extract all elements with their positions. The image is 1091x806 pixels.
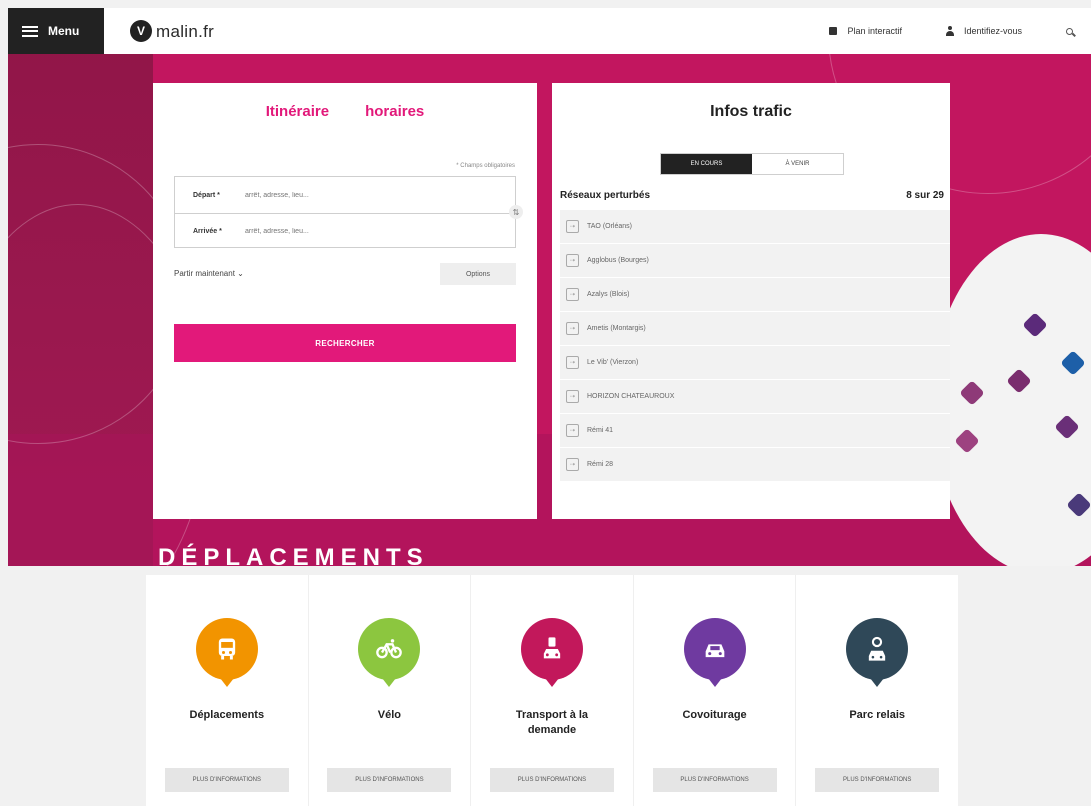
search-button[interactable]: RECHERCHER (174, 324, 516, 362)
bus-line-icon: ⇢ (566, 424, 579, 437)
service-label: Parc relais (849, 709, 905, 721)
search-icon[interactable] (1066, 27, 1073, 35)
options-button[interactable]: Options (440, 263, 516, 285)
service-label: Covoiturage (682, 709, 747, 721)
interactive-map-label: Plan interactif (847, 26, 902, 36)
traffic-title: Infos trafic (710, 103, 792, 120)
park-ride-icon[interactable] (846, 618, 909, 687)
network-item[interactable]: ⇢ Agglobus (Bourges) (560, 244, 950, 278)
menu-label: Menu (48, 24, 80, 38)
depart-time-select[interactable]: Partir maintenant ⌄ (174, 269, 244, 278)
network-item[interactable]: ⇢ Rémi 41 (560, 414, 950, 448)
networks-list: ⇢ TAO (Orléans) ⇢ Agglobus (Bourges) ⇢ Azalys… (560, 210, 950, 482)
site-logo[interactable]: V malin.fr (130, 20, 214, 42)
service-label: Transport à la demande (515, 709, 589, 736)
map-icon (829, 27, 838, 35)
itinerary-fields: Départ * Arrivée * (174, 176, 516, 248)
chevron-down-icon: ⌄ (237, 269, 244, 278)
section-title: DÉPLACEMENTS (158, 544, 429, 571)
bus-icon[interactable] (195, 618, 258, 687)
top-right-nav: Plan interactif Identifiez-vous (829, 26, 1091, 36)
depart-field: Départ * (175, 177, 515, 213)
more-info-button[interactable]: PLUS D'INFORMATIONS (489, 768, 614, 792)
depart-time-label: Partir maintenant (174, 269, 235, 278)
network-name: Rémi 28 (587, 461, 614, 468)
menu-button[interactable]: Menu (8, 8, 104, 54)
carpool-icon[interactable] (683, 618, 746, 687)
login-label: Identifiez-vous (963, 26, 1022, 36)
network-item[interactable]: ⇢ Le Vib' (Vierzon) (560, 346, 950, 380)
traffic-toggle: EN COURS À VENIR (660, 153, 844, 175)
service-item: Parc relais PLUS D'INFORMATIONS (796, 575, 958, 806)
bus-line-icon: ⇢ (566, 288, 579, 301)
mandatory-note: * Champs obligatoires (456, 163, 515, 169)
network-item[interactable]: ⇢ TAO (Orléans) (560, 210, 950, 244)
service-label: Déplacements (189, 709, 265, 721)
bus-line-icon: ⇢ (566, 390, 579, 403)
service-item: Covoiturage PLUS D'INFORMATIONS (634, 575, 797, 806)
network-name: Rémi 41 (587, 427, 614, 434)
arrival-label: Arrivée * (193, 228, 222, 235)
network-item[interactable]: ⇢ Azalys (Blois) (560, 278, 950, 312)
tab-itinerary[interactable]: Itinéraire (266, 103, 329, 120)
interactive-map-link[interactable]: Plan interactif (829, 26, 902, 36)
phone-car-icon[interactable] (520, 618, 583, 687)
bus-line-icon: ⇢ (566, 458, 579, 471)
network-name: TAO (Orléans) (587, 223, 632, 230)
networks-header: Réseaux perturbés 8 sur 29 (560, 190, 944, 201)
arrival-input[interactable] (245, 228, 465, 235)
bike-icon[interactable] (358, 618, 421, 687)
service-label: Vélo (377, 709, 401, 721)
itinerary-card: Itinéraire horaires * Champs obligatoire… (153, 83, 537, 519)
logo-mark: V (130, 20, 152, 42)
network-item[interactable]: ⇢ Rémi 28 (560, 448, 950, 482)
network-name: Agglobus (Bourges) (587, 257, 649, 264)
network-item[interactable]: ⇢ HORIZON CHATEAUROUX (560, 380, 950, 414)
more-info-button[interactable]: PLUS D'INFORMATIONS (164, 768, 289, 792)
itinerary-tabs: Itinéraire horaires (153, 103, 537, 120)
more-info-button[interactable]: PLUS D'INFORMATIONS (327, 768, 452, 792)
bus-line-icon: ⇢ (566, 254, 579, 267)
arrival-field: Arrivée * (175, 213, 515, 249)
more-info-button[interactable]: PLUS D'INFORMATIONS (652, 768, 777, 792)
logo-text: malin.fr (156, 22, 214, 41)
service-item: Transport à la demande PLUS D'INFORMATION… (471, 575, 634, 806)
toggle-current[interactable]: EN COURS (661, 154, 752, 174)
depart-label: Départ * (193, 191, 220, 199)
network-name: Ametis (Montargis) (587, 325, 646, 332)
network-name: Azalys (Blois) (587, 291, 630, 298)
depart-input[interactable] (245, 191, 465, 199)
services-panel: Déplacements PLUS D'INFORMATIONS Vélo PLUS … (146, 575, 958, 806)
networks-count: 8 sur 29 (906, 190, 944, 201)
more-info-button[interactable]: PLUS D'INFORMATIONS (815, 768, 940, 792)
user-icon (945, 26, 954, 36)
login-link[interactable]: Identifiez-vous (945, 26, 1022, 36)
bus-line-icon: ⇢ (566, 356, 579, 369)
top-bar: Menu V malin.fr Plan interactif Identifi… (8, 8, 1091, 54)
tab-schedules[interactable]: horaires (365, 103, 424, 120)
traffic-card: Infos trafic EN COURS À VENIR Réseaux pe… (552, 83, 950, 519)
bus-line-icon: ⇢ (566, 220, 579, 233)
hamburger-icon (22, 25, 38, 37)
network-name: Le Vib' (Vierzon) (587, 359, 639, 366)
bus-line-icon: ⇢ (566, 322, 579, 335)
network-name: HORIZON CHATEAUROUX (587, 393, 675, 400)
service-item: Vélo PLUS D'INFORMATIONS (309, 575, 472, 806)
service-item: Déplacements PLUS D'INFORMATIONS (146, 575, 309, 806)
toggle-upcoming[interactable]: À VENIR (752, 154, 843, 174)
logo-name: malin.fr (156, 21, 215, 41)
networks-label: Réseaux perturbés (560, 190, 651, 201)
swap-icon[interactable]: ⇅ (509, 205, 523, 219)
network-item[interactable]: ⇢ Ametis (Montargis) (560, 312, 950, 346)
